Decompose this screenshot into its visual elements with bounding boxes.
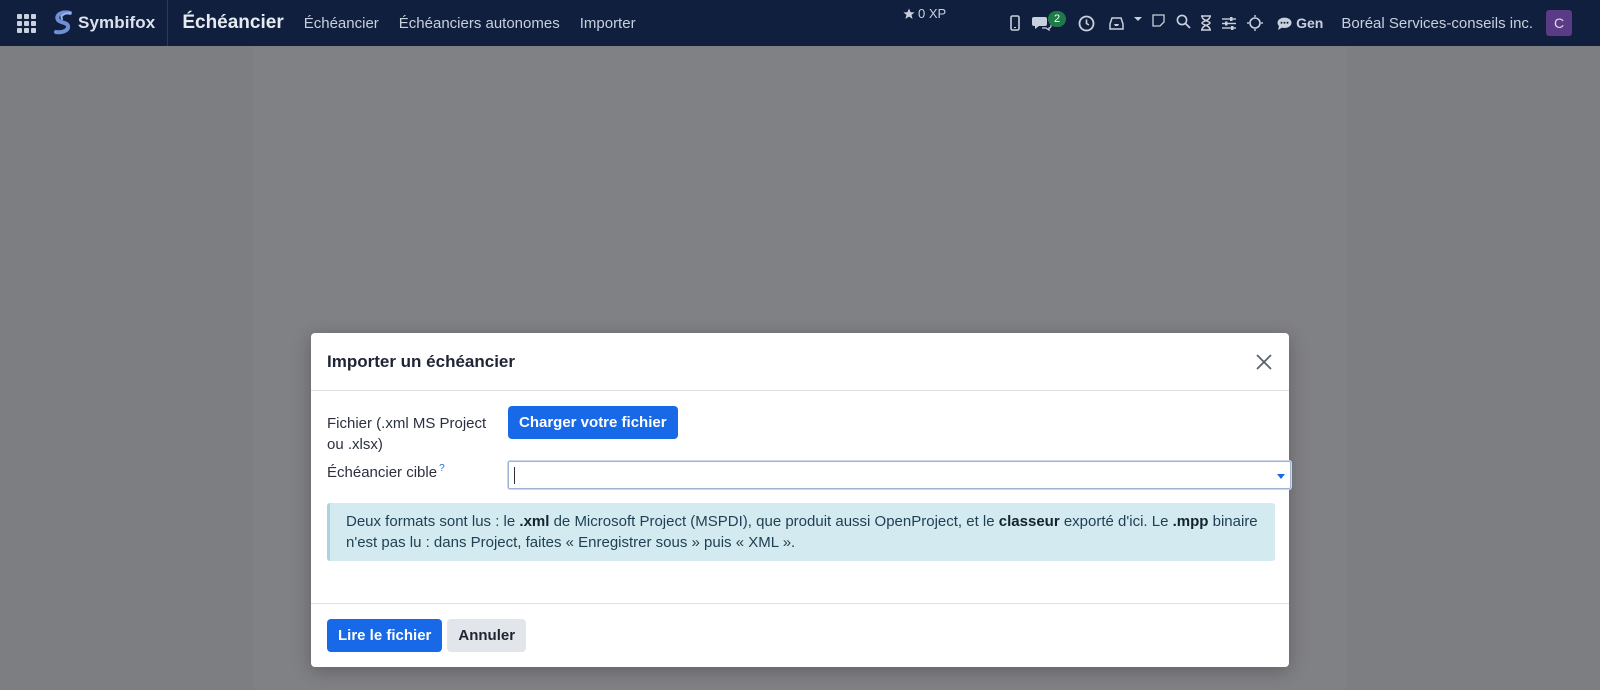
clock-icon[interactable] [1078,15,1095,32]
mobile-icon[interactable] [1004,15,1026,31]
chat-badge: 2 [1048,11,1067,27]
app-switcher-button[interactable] [0,0,52,46]
speech-bubble-icon [1277,17,1292,30]
dialog-body: Fichier (.xml MS Project ou .xlsx) Charg… [311,391,1291,604]
menu-item-echeancier[interactable]: Échéancier [304,15,379,32]
dialog-header: Importer un échéancier [311,333,1289,391]
sliders-icon[interactable] [1222,16,1237,30]
inbox-icon[interactable] [1109,16,1124,30]
target-schedule-select[interactable] [508,461,1291,489]
dialog-title: Importer un échéancier [327,351,516,371]
brand[interactable]: Symbifox [52,0,169,46]
cancel-button[interactable]: Annuler [447,618,527,652]
dialog-footer: Lire le fichier Annuler [311,604,1289,666]
company-switcher[interactable]: Boréal Services-conseils inc. [1341,15,1533,32]
star-icon [903,8,915,19]
format-info-alert: Deux formats sont lus : le .xml de Micro… [327,503,1275,561]
upload-file-button[interactable]: Charger votre fichier [508,406,678,439]
xp-value: 0 XP [918,6,947,21]
read-file-button[interactable]: Lire le fichier [327,618,443,652]
apps-grid-icon [16,13,36,33]
file-label: Fichier (.xml MS Project ou .xlsx) [327,415,487,453]
systray: 2 Gen Boréal Services-conseils inc. C [1004,0,1573,46]
search-icon[interactable] [1176,14,1191,29]
note-icon[interactable] [1152,13,1165,27]
help-tooltip-icon[interactable]: ? [439,463,445,474]
theme-toggle-icon[interactable] [1247,15,1264,31]
symbifox-logo-icon [54,10,72,35]
hourglass-icon[interactable] [1200,15,1212,31]
top-navbar: Symbifox Échéancier Échéancier Échéancie… [0,0,1600,46]
target-label: Échéancier cible? [327,463,445,481]
app-title[interactable]: Échéancier [182,12,283,34]
discuss-button[interactable]: 2 [1032,11,1067,31]
text-cursor [514,467,515,484]
gen-assistant-button[interactable]: Gen [1277,15,1323,31]
xp-counter[interactable]: 0 XP [903,6,946,21]
menu-item-echeanciers-autonomes[interactable]: Échéanciers autonomes [399,15,560,32]
file-row: Fichier (.xml MS Project ou .xlsx) Charg… [327,406,1273,458]
close-icon[interactable] [1255,353,1273,371]
caret-down-icon[interactable] [1134,16,1143,22]
menu-item-importer[interactable]: Importer [580,15,636,32]
gen-label: Gen [1296,15,1324,31]
user-avatar[interactable]: C [1546,10,1573,36]
brand-name: Symbifox [78,13,156,32]
import-dialog: Importer un échéancier Fichier (.xml MS … [311,333,1291,667]
target-row: Échéancier cible? [327,461,1291,489]
dropdown-arrow-icon[interactable] [1277,474,1285,479]
